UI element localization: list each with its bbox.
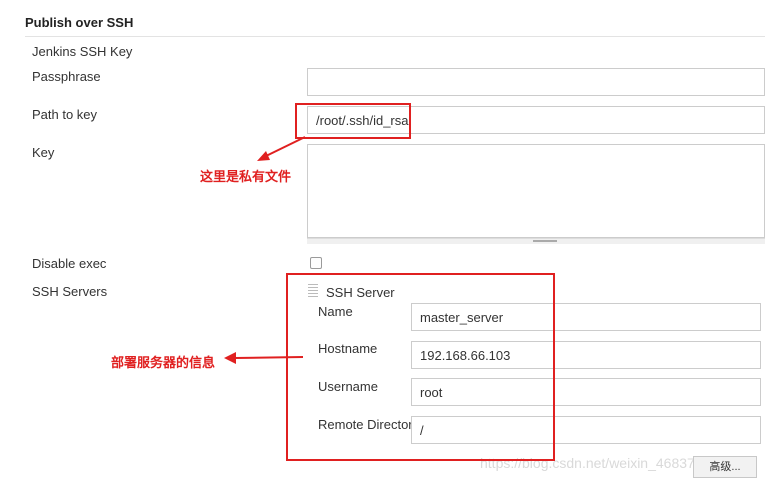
annotation-arrows [224, 136, 306, 364]
arrow-to-private-key-icon [257, 136, 306, 161]
arrow-to-server-info-icon [224, 352, 304, 364]
